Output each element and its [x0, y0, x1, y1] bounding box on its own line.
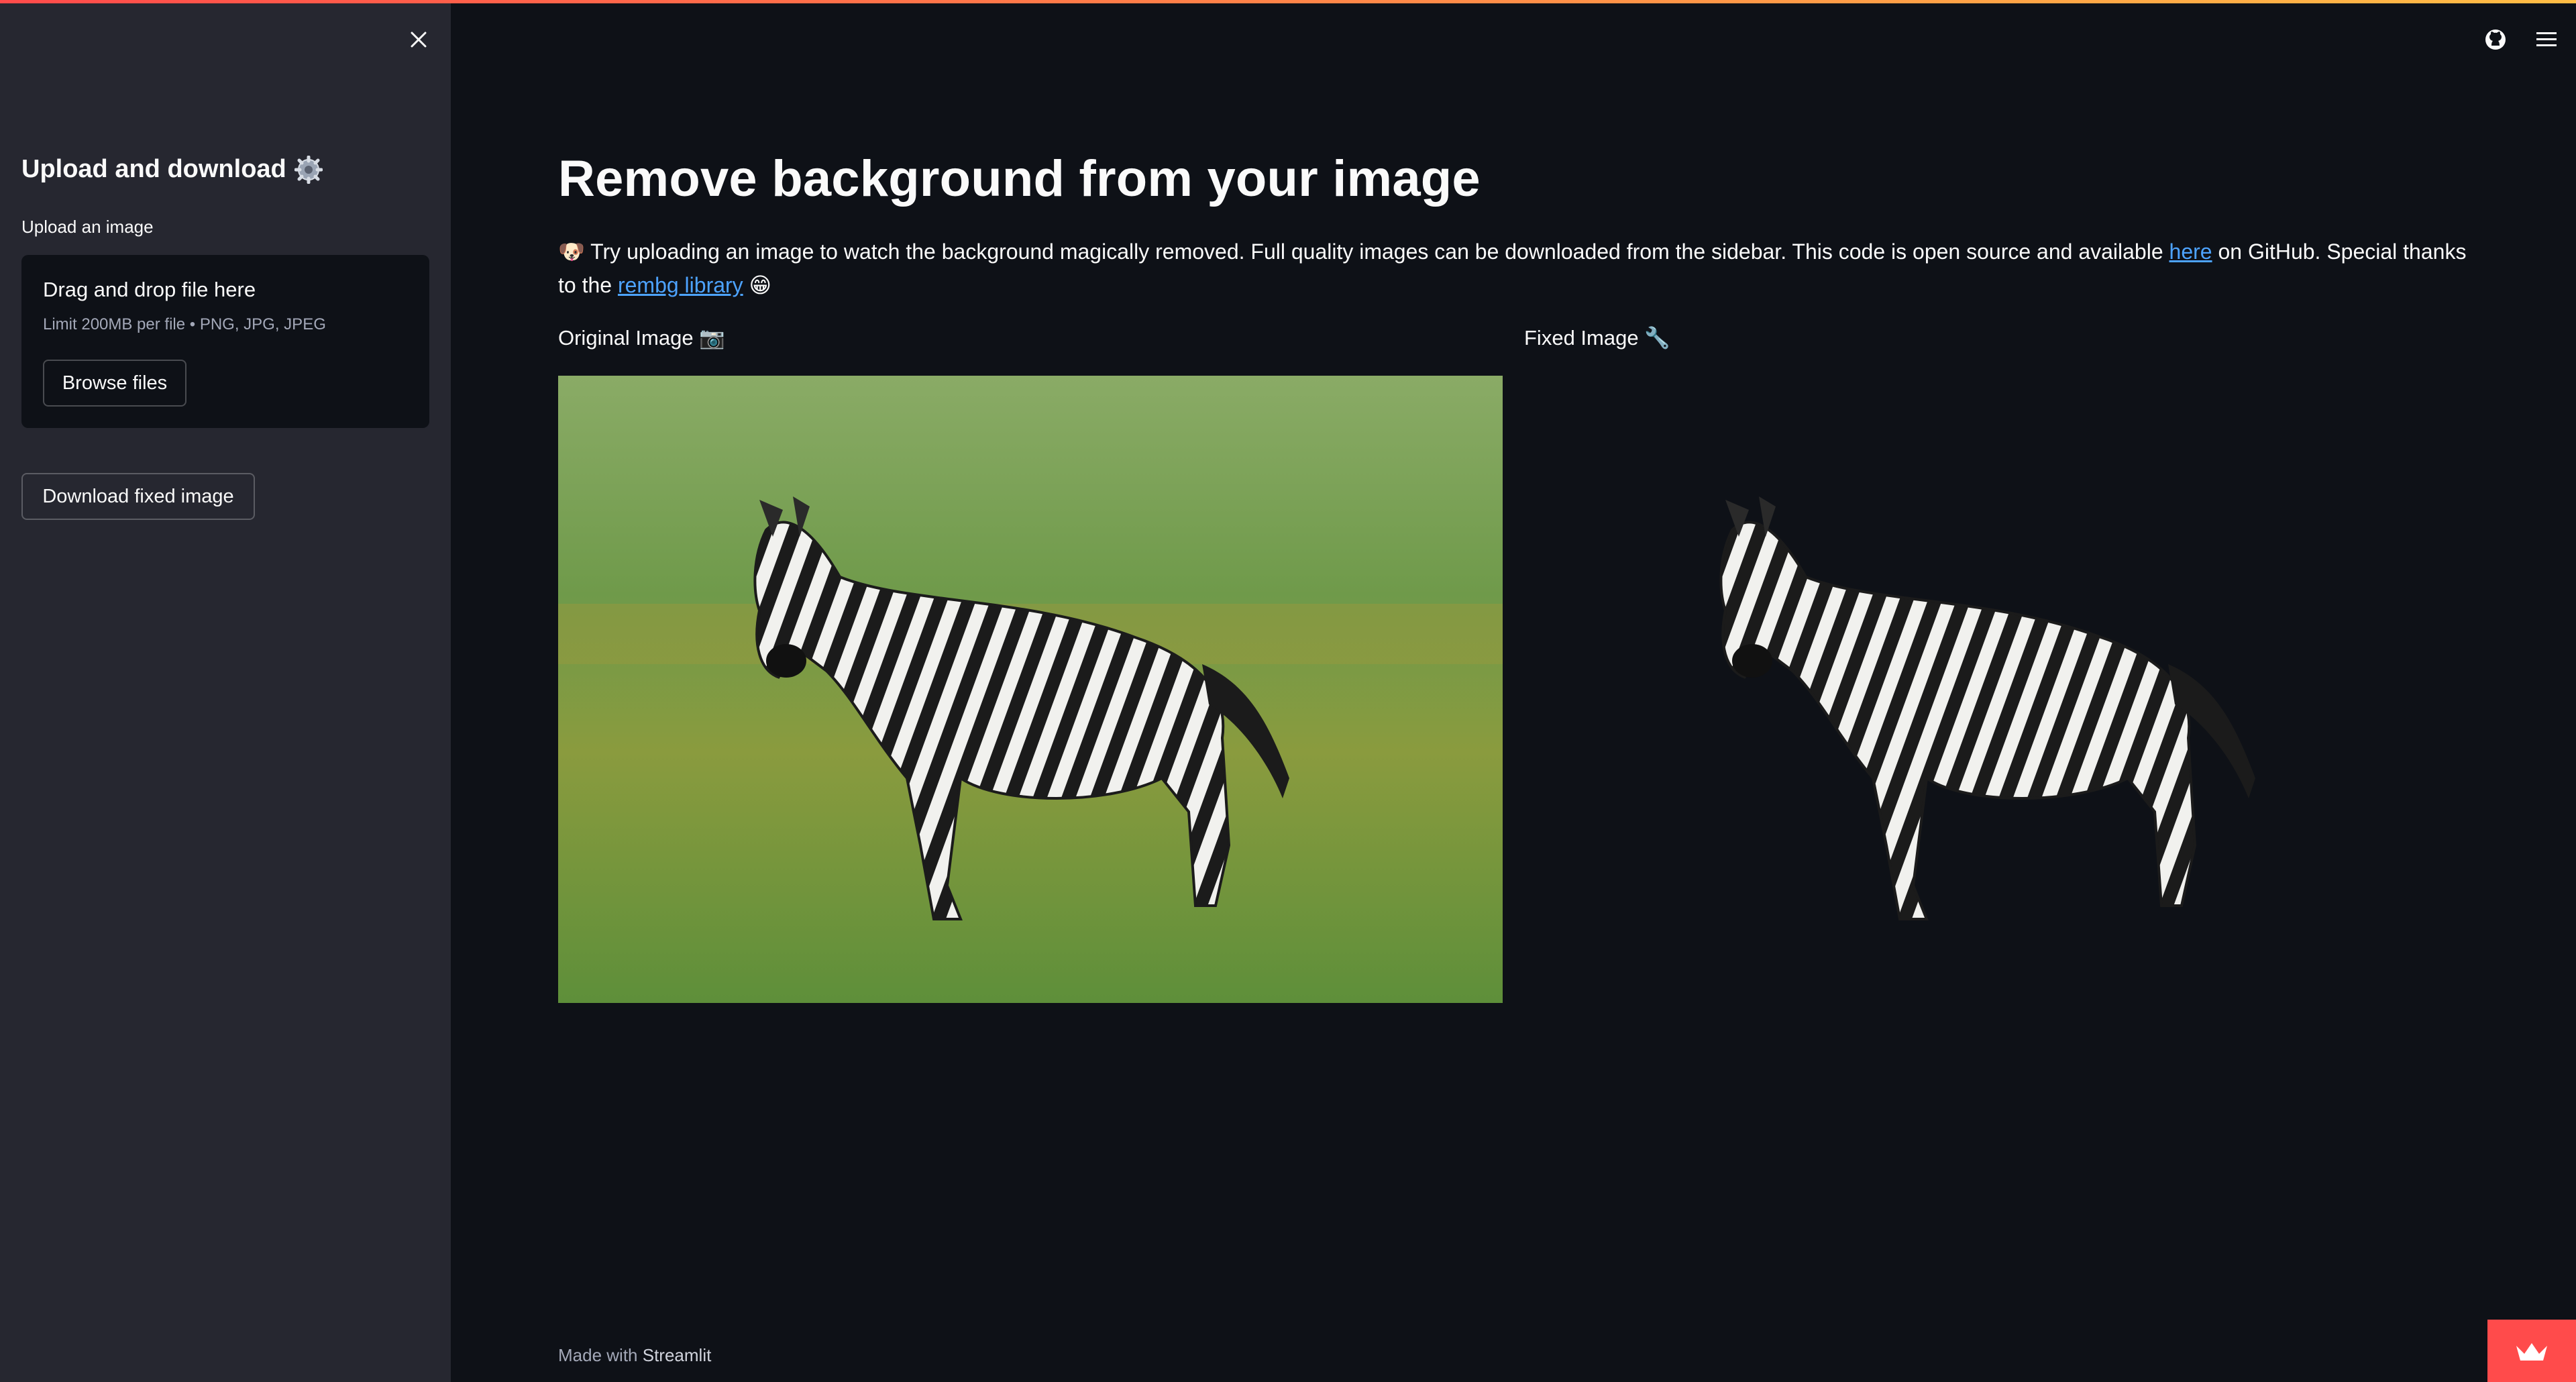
- page-description: 🐶 Try uploading an image to watch the ba…: [558, 235, 2483, 302]
- dog-emoji: 🐶: [558, 240, 585, 264]
- original-image-label: Original Image 📷: [558, 326, 725, 350]
- original-image: [558, 376, 1503, 1003]
- crown-icon: [2516, 1342, 2547, 1361]
- fixed-image: [1524, 376, 2469, 1003]
- streamlit-badge[interactable]: [2487, 1320, 2576, 1382]
- github-button[interactable]: [2479, 23, 2512, 56]
- file-dropzone[interactable]: Drag and drop file here Limit 200MB per …: [21, 255, 429, 428]
- dropzone-title: Drag and drop file here: [43, 278, 256, 301]
- footer-prefix: Made with: [558, 1345, 643, 1365]
- close-icon: [411, 32, 427, 48]
- github-icon: [2485, 30, 2506, 50]
- main-content: Remove background from your image 🐶 Try …: [451, 3, 2576, 1382]
- github-here-link[interactable]: here: [2169, 240, 2212, 264]
- zebra-cutout-image: [1719, 496, 2255, 920]
- footer: Made with Streamlit: [558, 1345, 711, 1366]
- close-sidebar-button[interactable]: [402, 23, 435, 56]
- hamburger-menu-icon: [2536, 32, 2557, 46]
- sidebar: Upload and download Upload an image Drag…: [0, 3, 451, 1382]
- rembg-library-link[interactable]: rembg library: [618, 273, 743, 297]
- zebra-on-grass-image: [558, 376, 1503, 1003]
- browse-files-button[interactable]: Browse files: [43, 360, 186, 407]
- fixed-image-label: Fixed Image 🔧: [1524, 326, 1670, 350]
- main-menu-button[interactable]: [2530, 23, 2563, 56]
- description-text-1: Try uploading an image to watch the back…: [590, 240, 2169, 264]
- streamlit-link[interactable]: Streamlit: [643, 1345, 712, 1365]
- dropzone-limit: Limit 200MB per file • PNG, JPG, JPEG: [43, 315, 326, 333]
- grin-emoji: 😁: [749, 273, 771, 297]
- sidebar-title-text: Upload and download: [21, 155, 286, 183]
- gear-icon: [294, 155, 323, 184]
- page-title: Remove background from your image: [558, 150, 1481, 207]
- sidebar-title: Upload and download: [21, 155, 323, 184]
- upload-label: Upload an image: [21, 217, 154, 237]
- download-fixed-image-button[interactable]: Download fixed image: [21, 473, 255, 520]
